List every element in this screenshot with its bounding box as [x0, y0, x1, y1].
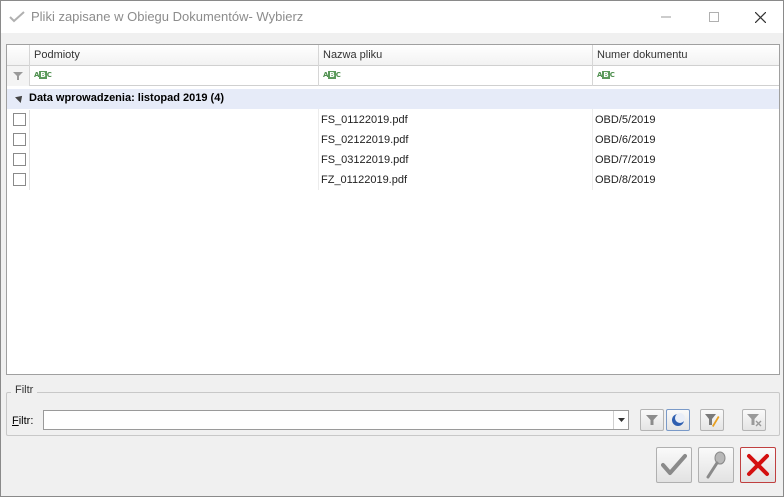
column-header-numer-dokumentu[interactable]: Numer dokumentu: [592, 45, 779, 66]
funnel-icon: [13, 72, 23, 80]
cancel-button[interactable]: [740, 447, 776, 483]
table-row[interactable]: FS_03122019.pdf OBD/7/2019: [7, 150, 779, 170]
cell-nazwa-pliku: FZ_01122019.pdf: [321, 174, 408, 186]
files-grid: Podmioty Nazwa pliku Numer dokumentu ABC…: [6, 44, 780, 375]
row-checkbox[interactable]: [13, 133, 26, 146]
row-checkbox[interactable]: [13, 153, 26, 166]
filter-group-title: Filtr: [11, 384, 38, 396]
cell-numer-dokumentu: OBD/6/2019: [595, 134, 656, 146]
abc-text-filter-icon: ABC: [597, 71, 615, 79]
filter-label: Filtr:: [12, 415, 33, 427]
column-header-podmioty[interactable]: Podmioty: [29, 45, 318, 66]
checkmark-icon: [661, 454, 687, 475]
filter-dropdown-button[interactable]: [613, 411, 628, 429]
row-separator: [29, 170, 30, 190]
clear-filter-button[interactable]: [742, 409, 766, 431]
cell-nazwa-pliku: FS_03122019.pdf: [321, 154, 409, 166]
filter-row-button[interactable]: [7, 66, 29, 86]
funnel-pencil-icon: [705, 414, 720, 427]
row-separator: [29, 110, 30, 130]
minimize-button[interactable]: [643, 1, 689, 33]
cell-nazwa-pliku: FS_01122019.pdf: [321, 114, 408, 126]
table-row[interactable]: FZ_01122019.pdf OBD/8/2019: [7, 170, 779, 190]
filter-input[interactable]: [43, 410, 629, 430]
row-checkbox[interactable]: [13, 173, 26, 186]
column-separator: [318, 109, 319, 190]
close-icon: [754, 11, 766, 23]
funnel-clear-icon: [747, 414, 762, 427]
moon-filter-button[interactable]: [666, 409, 690, 431]
table-row[interactable]: FS_01122019.pdf OBD/5/2019: [7, 110, 779, 130]
view-button[interactable]: [698, 447, 734, 483]
grid-filter-row: ABC ABC ABC: [7, 66, 779, 86]
filter-cell-podmioty[interactable]: ABC: [29, 66, 318, 86]
filter-builder-button[interactable]: [700, 409, 724, 431]
cancel-x-icon: [747, 454, 769, 476]
row-checkbox[interactable]: [13, 113, 26, 126]
header-corner: [7, 45, 29, 66]
abc-text-filter-icon: ABC: [34, 71, 52, 79]
filter-cell-numer-dokumentu[interactable]: ABC: [592, 66, 779, 86]
window-title: Pliki zapisane w Obiegu Dokumentów- Wybi…: [31, 9, 304, 24]
maximize-icon: [709, 12, 719, 22]
cell-numer-dokumentu: OBD/7/2019: [595, 154, 656, 166]
row-separator: [29, 150, 30, 170]
collapse-triangle-icon[interactable]: [15, 93, 25, 103]
filter-label-accelerator: F: [12, 415, 19, 427]
row-separator: [29, 130, 30, 150]
maximize-button[interactable]: [691, 1, 737, 33]
abc-text-filter-icon: ABC: [323, 71, 341, 79]
group-label: Data wprowadzenia: listopad 2019 (4): [29, 92, 224, 104]
cell-numer-dokumentu: OBD/8/2019: [595, 174, 656, 186]
app-checkmark-icon: [9, 11, 25, 23]
chevron-down-icon: [617, 418, 625, 422]
column-header-nazwa-pliku[interactable]: Nazwa pliku: [318, 45, 592, 66]
confirm-button[interactable]: [656, 447, 692, 483]
table-row[interactable]: FS_02122019.pdf OBD/6/2019: [7, 130, 779, 150]
cell-nazwa-pliku: FS_02122019.pdf: [321, 134, 409, 146]
dialog-window: Pliki zapisane w Obiegu Dokumentów- Wybi…: [0, 0, 784, 497]
grid-header-row: Podmioty Nazwa pliku Numer dokumentu: [7, 45, 779, 66]
column-separator: [592, 109, 593, 190]
minimize-icon: [661, 16, 671, 18]
funnel-icon: [646, 415, 658, 425]
apply-filter-button[interactable]: [640, 409, 664, 431]
close-button[interactable]: [737, 1, 783, 33]
title-bar: Pliki zapisane w Obiegu Dokumentów- Wybi…: [1, 1, 783, 33]
magnifier-icon: [706, 451, 726, 479]
group-row[interactable]: Data wprowadzenia: listopad 2019 (4): [7, 89, 779, 109]
filter-label-rest: iltr:: [18, 415, 34, 427]
filter-cell-nazwa-pliku[interactable]: ABC: [318, 66, 592, 86]
cell-numer-dokumentu: OBD/5/2019: [595, 114, 656, 126]
moon-icon: [672, 413, 685, 426]
